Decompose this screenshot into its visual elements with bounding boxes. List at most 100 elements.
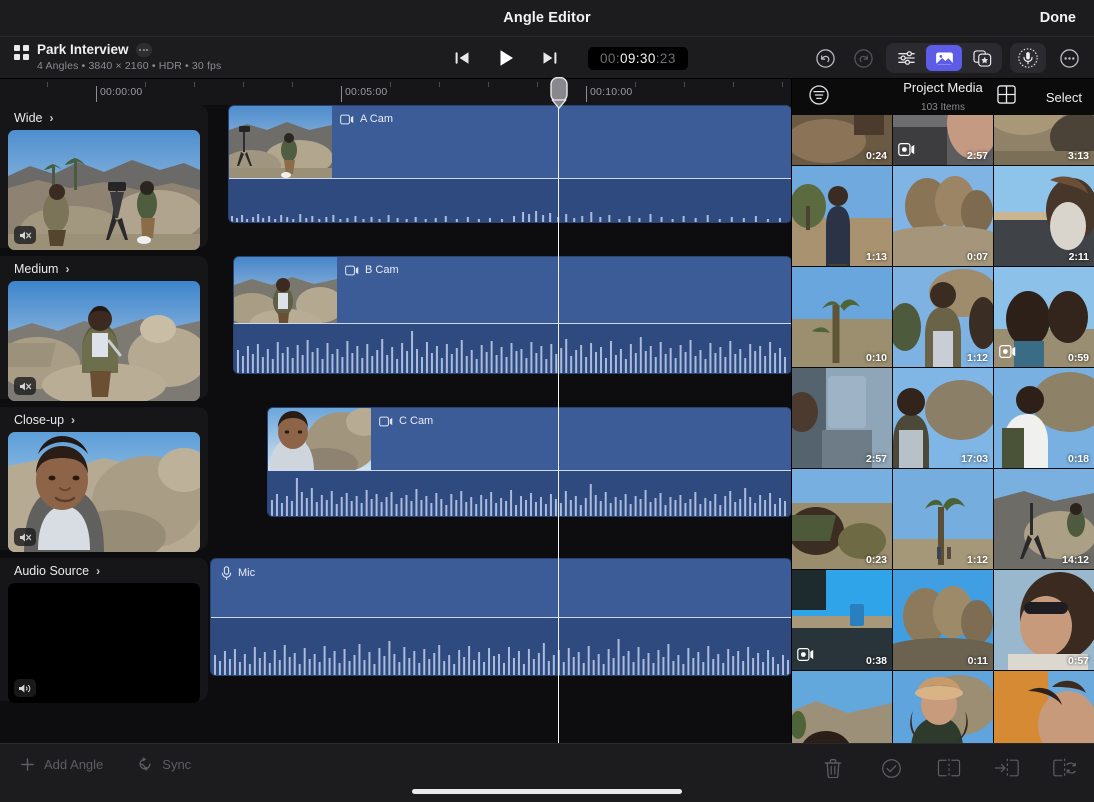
clip-label-mic: Mic: [221, 566, 255, 580]
transport-controls: 00:09:30:23: [450, 37, 688, 79]
effects-icon[interactable]: [964, 45, 1000, 71]
media-item[interactable]: 1:13: [792, 166, 892, 266]
grid-layout-icon[interactable]: [997, 85, 1016, 109]
angle-lane-audio-source[interactable]: Mic: [0, 558, 792, 701]
media-item[interactable]: 0:38: [792, 570, 892, 670]
media-browser-panel[interactable]: 0:24 2:57 3:13 1:13 0:07: [792, 79, 1094, 743]
checkmark-circle-icon[interactable]: [876, 754, 906, 782]
select-button[interactable]: Select: [1046, 90, 1082, 105]
angle-row-wide: Wide ›: [0, 105, 792, 256]
project-info: Park Interview 4 Angles • 3840 × 2160 • …: [14, 42, 221, 73]
timeline-clip-c-cam[interactable]: C Cam: [267, 407, 792, 517]
audio-waveform: [211, 617, 791, 675]
main-toolbar: Park Interview 4 Angles • 3840 × 2160 • …: [0, 37, 1094, 79]
bottom-left-group: Add Angle Sync: [20, 756, 191, 772]
play-icon[interactable]: [494, 46, 518, 70]
timecode-suffix: :23: [656, 51, 676, 66]
more-ellipsis-icon[interactable]: [1054, 44, 1084, 72]
media-grid[interactable]: 0:24 2:57 3:13 1:13 0:07: [792, 79, 1094, 743]
clip-name: C Cam: [399, 415, 433, 427]
timeline-clip-a-cam[interactable]: A Cam: [228, 105, 792, 223]
timecode-display[interactable]: 00:09:30:23: [588, 47, 688, 70]
media-item[interactable]: 0:59: [994, 267, 1094, 367]
playhead-line[interactable]: [558, 97, 559, 743]
plus-icon: [20, 757, 35, 772]
media-duration: 0:59: [1068, 352, 1089, 364]
playhead-handle[interactable]: [550, 77, 568, 114]
media-item[interactable]: 17:03: [893, 368, 993, 468]
media-duration: 0:38: [866, 655, 887, 667]
clip-label-c-cam: C Cam: [379, 415, 433, 427]
media-item[interactable]: 1:03: [792, 671, 892, 743]
photo-media-icon[interactable]: [926, 45, 962, 71]
ruler-label: 00:05:00: [345, 86, 387, 98]
media-duration: 0:23: [866, 554, 887, 566]
skip-to-end-icon[interactable]: [538, 46, 562, 70]
sync-circular-arrows-icon: [137, 756, 153, 772]
ruler-label: 00:10:00: [590, 86, 632, 98]
timeline-ruler[interactable]: 00:00:00 00:05:00 00:10:00: [0, 79, 792, 105]
media-item[interactable]: 0:33: [994, 671, 1094, 743]
media-item[interactable]: 0:18: [994, 368, 1094, 468]
media-item[interactable]: 0:10: [792, 267, 892, 367]
timecode-main: 09:30: [620, 51, 656, 66]
microphone-icon: [221, 566, 232, 580]
video-camera-icon: [345, 265, 359, 276]
browser-title: Project Media: [903, 80, 982, 95]
timeline-panel[interactable]: 00:00:00 00:05:00 00:10:00 Wide ›: [0, 79, 792, 743]
media-item[interactable]: 0:32: [893, 671, 993, 743]
angle-lane-medium[interactable]: B Cam: [0, 256, 792, 399]
timeline-clip-b-cam[interactable]: B Cam: [233, 256, 792, 374]
video-camera-icon: [340, 114, 354, 125]
project-meta: 4 Angles • 3840 × 2160 • HDR • 30 fps: [37, 59, 221, 73]
add-angle-button[interactable]: Add Angle: [20, 757, 103, 772]
media-duration: 0:57: [1068, 655, 1089, 667]
done-button[interactable]: Done: [1040, 10, 1076, 26]
angle-lane-closeup[interactable]: C Cam: [0, 407, 792, 550]
clip-label-b-cam: B Cam: [345, 264, 399, 276]
trash-icon[interactable]: [818, 754, 848, 782]
adjust-sliders-icon[interactable]: [888, 45, 924, 71]
audio-waveform: [229, 178, 791, 222]
media-duration: 0:10: [866, 352, 887, 364]
toolbar-right-group: [810, 37, 1084, 79]
media-duration: 17:03: [961, 453, 988, 465]
media-duration: 2:57: [967, 150, 988, 162]
tool-segmented-control: [886, 43, 1002, 73]
media-duration: 1:12: [967, 352, 988, 364]
cinematic-mode-icon: [898, 143, 915, 161]
sync-label: Sync: [162, 757, 191, 772]
timeline-clip-mic[interactable]: Mic: [210, 558, 792, 676]
page-title: Angle Editor: [0, 10, 1094, 26]
media-item[interactable]: 14:12: [994, 469, 1094, 569]
bottom-toolbar: Add Angle Sync: [0, 743, 1094, 802]
undo-icon[interactable]: [810, 44, 840, 72]
media-browser-header: Project Media 103 Items Select: [792, 79, 1094, 115]
media-item[interactable]: 1:12: [893, 469, 993, 569]
sync-button[interactable]: Sync: [137, 756, 191, 772]
angle-tracks: Wide ›: [0, 105, 792, 743]
media-item[interactable]: 0:23: [792, 469, 892, 569]
redo-icon[interactable]: [848, 44, 878, 72]
insert-clip-icon[interactable]: [992, 754, 1022, 782]
skip-to-start-icon[interactable]: [450, 46, 474, 70]
angle-row-closeup: Close-up ›: [0, 407, 792, 558]
angle-lane-wide[interactable]: A Cam: [0, 105, 792, 248]
media-item[interactable]: 1:12: [893, 267, 993, 367]
angle-editor-window: Angle Editor Done Park Interview 4 Angle…: [0, 0, 1094, 802]
replace-clip-icon[interactable]: [1050, 754, 1080, 782]
split-clip-icon[interactable]: [934, 754, 964, 782]
cinematic-mode-icon: [797, 648, 814, 666]
media-item[interactable]: 2:57: [792, 368, 892, 468]
media-item[interactable]: 0:57: [994, 570, 1094, 670]
project-more-icon[interactable]: [136, 43, 152, 57]
media-duration: 0:11: [968, 655, 988, 667]
media-duration: 1:13: [866, 251, 887, 263]
media-item[interactable]: 2:11: [994, 166, 1094, 266]
microphone-icon[interactable]: [1010, 43, 1046, 73]
clip-audio-area: [211, 617, 791, 675]
clip-name: B Cam: [365, 264, 399, 276]
media-item[interactable]: 0:07: [893, 166, 993, 266]
media-item[interactable]: 0:11: [893, 570, 993, 670]
audio-waveform: [234, 323, 791, 373]
